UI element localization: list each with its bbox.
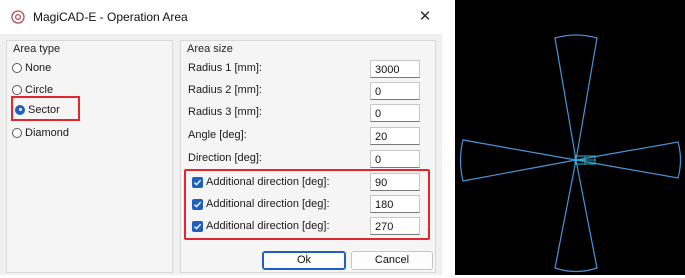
window-title: MagiCAD-E - Operation Area (33, 10, 188, 24)
sector-preview (455, 0, 685, 275)
close-icon: ✕ (418, 8, 432, 25)
radio-button-icon (12, 127, 22, 138)
magicad-logo-icon (11, 10, 25, 24)
additional-direction-1-checkbox[interactable]: Additional direction [deg]: (192, 174, 330, 190)
operation-area-dialog: MagiCAD-E - Operation Area ✕ Area type N… (0, 0, 442, 275)
area-type-title: Area type (13, 43, 61, 55)
radio-circle-label: Circle (25, 83, 54, 96)
additional-direction-2-checkbox[interactable]: Additional direction [deg]: (192, 196, 330, 212)
radius1-input[interactable]: 3000 (370, 60, 420, 78)
radius3-input[interactable]: 0 (370, 104, 420, 122)
area-size-title: Area size (187, 43, 233, 55)
direction-input[interactable]: 0 (370, 150, 420, 168)
radio-sector[interactable]: Sector (15, 101, 60, 118)
close-button[interactable]: ✕ (412, 5, 438, 29)
angle-input[interactable]: 20 (370, 127, 420, 145)
additional-direction-3-label: Additional direction [deg]: (206, 220, 330, 232)
area-type-group: Area type None Circle Sector Diamond (6, 40, 173, 273)
checkbox-checked-icon (192, 220, 203, 232)
radio-button-icon (12, 84, 22, 95)
radio-sector-label: Sector (28, 103, 60, 116)
radio-diamond[interactable]: Diamond (12, 124, 69, 141)
title-bar: MagiCAD-E - Operation Area ✕ (0, 0, 442, 34)
radio-diamond-label: Diamond (25, 126, 70, 139)
sector-shape-down (554, 159, 598, 273)
radio-button-icon (12, 62, 22, 73)
radius2-label: Radius 2 [mm]: (188, 84, 262, 96)
cancel-button[interactable]: Cancel (351, 251, 433, 270)
additional-direction-3-checkbox[interactable]: Additional direction [deg]: (192, 218, 330, 234)
additional-direction-2-label: Additional direction [deg]: (206, 198, 330, 210)
additional-direction-3-input[interactable]: 270 (370, 217, 420, 235)
radio-button-checked-icon (15, 104, 25, 115)
ok-button[interactable]: Ok (262, 251, 346, 270)
radius2-input[interactable]: 0 (370, 82, 420, 100)
additional-direction-2-input[interactable]: 180 (370, 195, 420, 213)
radio-none[interactable]: None (12, 59, 51, 76)
additional-direction-1-input[interactable]: 90 (370, 173, 420, 191)
radio-none-label: None (25, 61, 52, 74)
checkbox-checked-icon (192, 198, 203, 210)
angle-label: Angle [deg]: (188, 129, 247, 141)
area-size-group: Area size Radius 1 [mm]: 3000 Radius 2 [… (180, 40, 436, 273)
radius3-label: Radius 3 [mm]: (188, 106, 262, 118)
sector-shape-left (459, 139, 577, 182)
checkbox-checked-icon (192, 176, 203, 188)
additional-direction-1-label: Additional direction [deg]: (206, 176, 330, 188)
sector-shape-up (554, 34, 598, 161)
sector-preview-canvas (459, 34, 682, 273)
radius1-label: Radius 1 [mm]: (188, 62, 262, 74)
direction-label: Direction [deg]: (188, 152, 262, 164)
